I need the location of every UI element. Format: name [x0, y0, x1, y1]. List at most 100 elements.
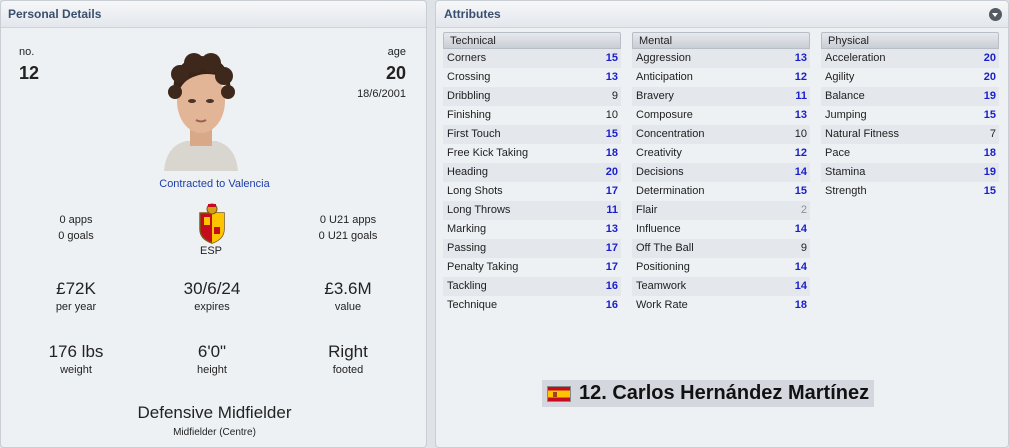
- player-position: Defensive Midfielder: [137, 403, 292, 422]
- attribute-row[interactable]: Agility 20: [821, 68, 999, 87]
- attribute-row[interactable]: Pace 18: [821, 144, 999, 163]
- weight-stat: 176 lbs weight: [5, 342, 147, 376]
- u21-goals-count: 0 U21 goals: [318, 230, 378, 242]
- attribute-row[interactable]: Teamwork 14: [632, 277, 810, 296]
- attribute-name: Creativity: [636, 147, 682, 159]
- attribute-value: 14: [794, 261, 807, 273]
- spain-flag-icon: [547, 385, 571, 402]
- attribute-row[interactable]: Positioning 14: [632, 258, 810, 277]
- contract-club-link[interactable]: Contracted to Valencia: [1, 178, 428, 190]
- dropdown-menu-icon[interactable]: [989, 8, 1002, 21]
- u21-apps-count: 0 U21 apps: [319, 214, 377, 226]
- attribute-row[interactable]: Corners 15: [443, 49, 621, 68]
- club-apps-block: 0 apps 0 goals: [1, 212, 151, 244]
- attribute-row[interactable]: Dribbling 9: [443, 87, 621, 106]
- attribute-row[interactable]: Strength 15: [821, 182, 999, 201]
- attribute-row[interactable]: Penalty Taking 17: [443, 258, 621, 277]
- squad-number-label: no.: [19, 46, 35, 58]
- market-value-stat: £3.6M value: [277, 279, 419, 313]
- attribute-name: Dribbling: [447, 90, 491, 102]
- attribute-row[interactable]: Determination 15: [632, 182, 810, 201]
- attribute-name: Composure: [636, 109, 693, 121]
- attribute-row[interactable]: Work Rate 18: [632, 296, 810, 315]
- attribute-name: Off The Ball: [636, 242, 694, 254]
- attributes-title: Attributes: [444, 7, 501, 21]
- attribute-row[interactable]: Influence 14: [632, 220, 810, 239]
- attribute-row[interactable]: Creativity 12: [632, 144, 810, 163]
- attribute-name: Natural Fitness: [825, 128, 899, 140]
- attribute-row[interactable]: Flair 2: [632, 201, 810, 220]
- attribute-row[interactable]: Concentration 10: [632, 125, 810, 144]
- attribute-name: Agility: [825, 71, 855, 83]
- attribute-name: Marking: [447, 223, 487, 235]
- attribute-value: 20: [605, 166, 618, 178]
- squad-number-value: 12: [19, 63, 40, 83]
- attribute-row[interactable]: First Touch 15: [443, 125, 621, 144]
- attribute-name: Determination: [636, 185, 705, 197]
- attribute-row[interactable]: Natural Fitness 7: [821, 125, 999, 144]
- attribute-name: Technique: [447, 299, 498, 311]
- wage-value: £72K: [56, 279, 96, 298]
- attribute-name: Acceleration: [825, 52, 886, 64]
- attribute-name: Aggression: [636, 52, 692, 64]
- attribute-name: Influence: [636, 223, 681, 235]
- attribute-value: 12: [794, 71, 807, 83]
- attribute-value: 14: [794, 223, 807, 235]
- attribute-row[interactable]: Crossing 13: [443, 68, 621, 87]
- attribute-row[interactable]: Composure 13: [632, 106, 810, 125]
- attribute-row[interactable]: Acceleration 20: [821, 49, 999, 68]
- personal-details-panel: Personal Details no. 12 age 20 18/6/2001…: [0, 0, 427, 448]
- attribute-row[interactable]: Stamina 19: [821, 163, 999, 182]
- attribute-value: 19: [983, 166, 996, 178]
- attribute-name: Jumping: [825, 109, 867, 121]
- attribute-name: Teamwork: [636, 280, 687, 292]
- u21-apps-block: 0 U21 apps 0 U21 goals: [273, 212, 423, 244]
- attribute-row[interactable]: Passing 17: [443, 239, 621, 258]
- attribute-name: Tackling: [447, 280, 487, 292]
- nation-code: ESP: [199, 245, 222, 257]
- attributes-header: Attributes: [436, 1, 1008, 28]
- attribute-value: 20: [983, 71, 996, 83]
- attribute-name: Decisions: [636, 166, 684, 178]
- attribute-value: 17: [605, 261, 618, 273]
- attribute-row[interactable]: Anticipation 12: [632, 68, 810, 87]
- height-stat: 6'0" height: [141, 342, 283, 376]
- attribute-value: 2: [800, 204, 807, 216]
- attribute-value: 14: [794, 166, 807, 178]
- attribute-name: Penalty Taking: [447, 261, 519, 273]
- attribute-row[interactable]: Long Throws 11: [443, 201, 621, 220]
- attribute-row[interactable]: Long Shots 17: [443, 182, 621, 201]
- attribute-row[interactable]: Bravery 11: [632, 87, 810, 106]
- attribute-row[interactable]: Tackling 16: [443, 277, 621, 296]
- player-name-plate: 12. Carlos Hernández Martínez: [542, 380, 875, 407]
- attribute-name: Passing: [447, 242, 487, 254]
- attribute-row[interactable]: Off The Ball 9: [632, 239, 810, 258]
- mental-attributes-table: Mental Aggression 13 Anticipation 12 Bravery…: [632, 32, 810, 315]
- spain-federation-badge[interactable]: [190, 201, 234, 245]
- attribute-name: Finishing: [447, 109, 492, 121]
- age-label: age: [387, 46, 406, 58]
- attribute-row[interactable]: Aggression 13: [632, 49, 810, 68]
- attribute-value: 15: [794, 185, 807, 197]
- attribute-row[interactable]: Decisions 14: [632, 163, 810, 182]
- attribute-row[interactable]: Technique 16: [443, 296, 621, 315]
- attribute-row[interactable]: Balance 19: [821, 87, 999, 106]
- attribute-row[interactable]: Finishing 10: [443, 106, 621, 125]
- player-name: 12. Carlos Hernández Martínez: [579, 382, 870, 404]
- attribute-value: 7: [989, 128, 996, 140]
- attribute-row[interactable]: Marking 13: [443, 220, 621, 239]
- attribute-name: Long Shots: [447, 185, 503, 197]
- attribute-row[interactable]: Heading 20: [443, 163, 621, 182]
- attribute-name: Strength: [825, 185, 867, 197]
- wage-stat: £72K per year: [5, 279, 147, 313]
- attribute-value: 20: [983, 52, 996, 64]
- weight-value: 176 lbs: [48, 342, 104, 361]
- attribute-row[interactable]: Free Kick Taking 18: [443, 144, 621, 163]
- attribute-name: First Touch: [447, 128, 501, 140]
- contract-expiry-stat: 30/6/24 expires: [141, 279, 283, 313]
- attribute-value: 15: [605, 128, 618, 140]
- attribute-row[interactable]: Jumping 15: [821, 106, 999, 125]
- attribute-name: Flair: [636, 204, 658, 216]
- personal-details-header: Personal Details: [1, 1, 426, 28]
- technical-header: Technical: [443, 32, 621, 49]
